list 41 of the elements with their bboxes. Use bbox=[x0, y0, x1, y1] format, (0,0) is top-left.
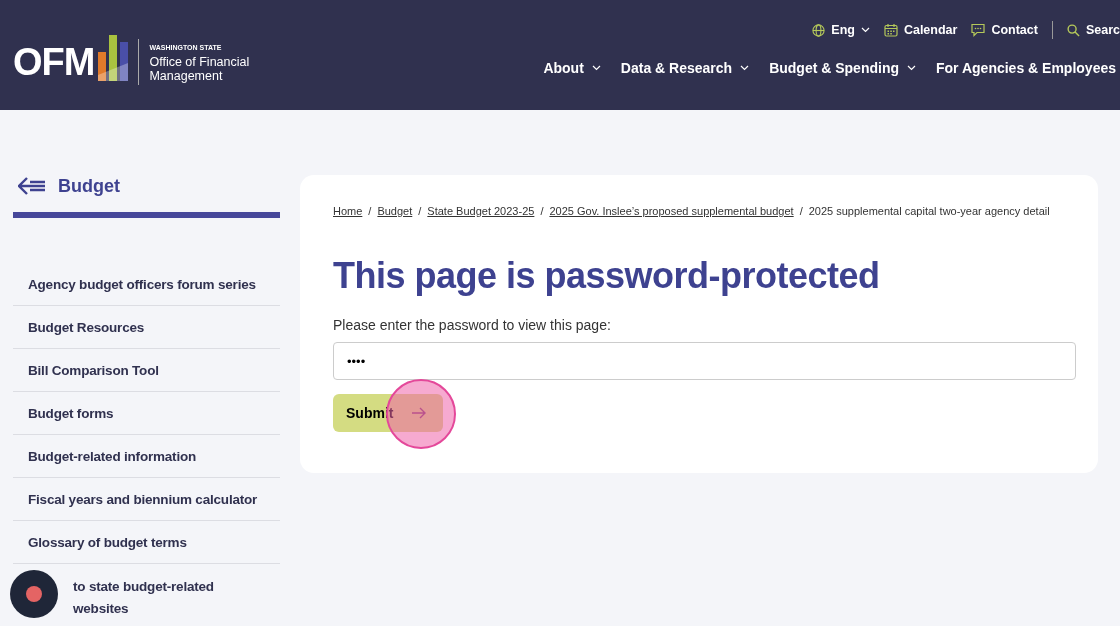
back-arrow-icon[interactable] bbox=[18, 176, 46, 196]
calendar-link[interactable]: Calendar bbox=[883, 23, 958, 37]
sidebar-link[interactable]: Agency budget officers forum series bbox=[28, 276, 256, 292]
nav-menu-item[interactable]: Data & Research bbox=[620, 60, 750, 76]
sidebar-link[interactable]: Fiscal years and biennium calculator bbox=[28, 491, 258, 507]
breadcrumb-separator: / bbox=[418, 205, 422, 217]
sidebar-link[interactable]: to state budget-related websites bbox=[73, 576, 263, 620]
breadcrumb-link[interactable]: Home bbox=[333, 205, 363, 217]
arrow-right-icon bbox=[411, 407, 428, 419]
record-button[interactable] bbox=[10, 570, 58, 618]
page-heading: This page is password-protected bbox=[333, 255, 881, 297]
logo-name-text: Management bbox=[149, 69, 224, 83]
sidebar-link[interactable]: Bill Comparison Tool bbox=[28, 362, 159, 378]
sidebar-link[interactable]: Budget forms bbox=[28, 405, 114, 421]
breadcrumb-link[interactable]: 2025 Gov. Inslee’s proposed supplemental budget bbox=[549, 205, 794, 217]
logo-name-text: Office of Financial bbox=[149, 55, 250, 69]
nav-menu-item[interactable]: For Agencies & Employees bbox=[936, 60, 1116, 76]
password-field[interactable]: •••• bbox=[333, 342, 1076, 380]
sidebar-link[interactable]: Budget-related information bbox=[28, 448, 197, 464]
contact-link[interactable]: Contact bbox=[971, 23, 1038, 37]
password-prompt: Please enter the password to view this page: bbox=[333, 317, 612, 333]
breadcrumb-link[interactable]: Budget bbox=[377, 205, 413, 217]
search-link[interactable]: Searc bbox=[1066, 23, 1120, 37]
globe-icon bbox=[812, 23, 826, 37]
sidebar-link[interactable]: Budget Resources bbox=[28, 319, 145, 335]
calendar-icon bbox=[883, 23, 898, 37]
sidebar-link[interactable]: Glossary of budget terms bbox=[28, 534, 187, 550]
language-link[interactable]: Eng bbox=[812, 23, 870, 37]
chat-icon bbox=[971, 23, 986, 37]
breadcrumb-separator: / bbox=[368, 205, 372, 217]
logo-bars-icon bbox=[98, 35, 129, 81]
nav-menu-item[interactable]: Budget & Spending bbox=[769, 60, 916, 76]
sidebar-title[interactable]: Budget bbox=[58, 175, 120, 197]
breadcrumb-separator: / bbox=[799, 205, 803, 217]
logo-wordmark[interactable]: OFM bbox=[13, 40, 95, 84]
breadcrumb-link[interactable]: State Budget 2023-25 bbox=[427, 205, 535, 217]
nav-menu-item[interactable]: About bbox=[543, 60, 601, 76]
breadcrumb-current: 2025 supplemental capital two-year agency detail bbox=[808, 205, 1050, 217]
breadcrumb-separator: / bbox=[540, 205, 544, 217]
chevron-down-icon bbox=[860, 27, 870, 33]
search-icon bbox=[1066, 23, 1080, 37]
